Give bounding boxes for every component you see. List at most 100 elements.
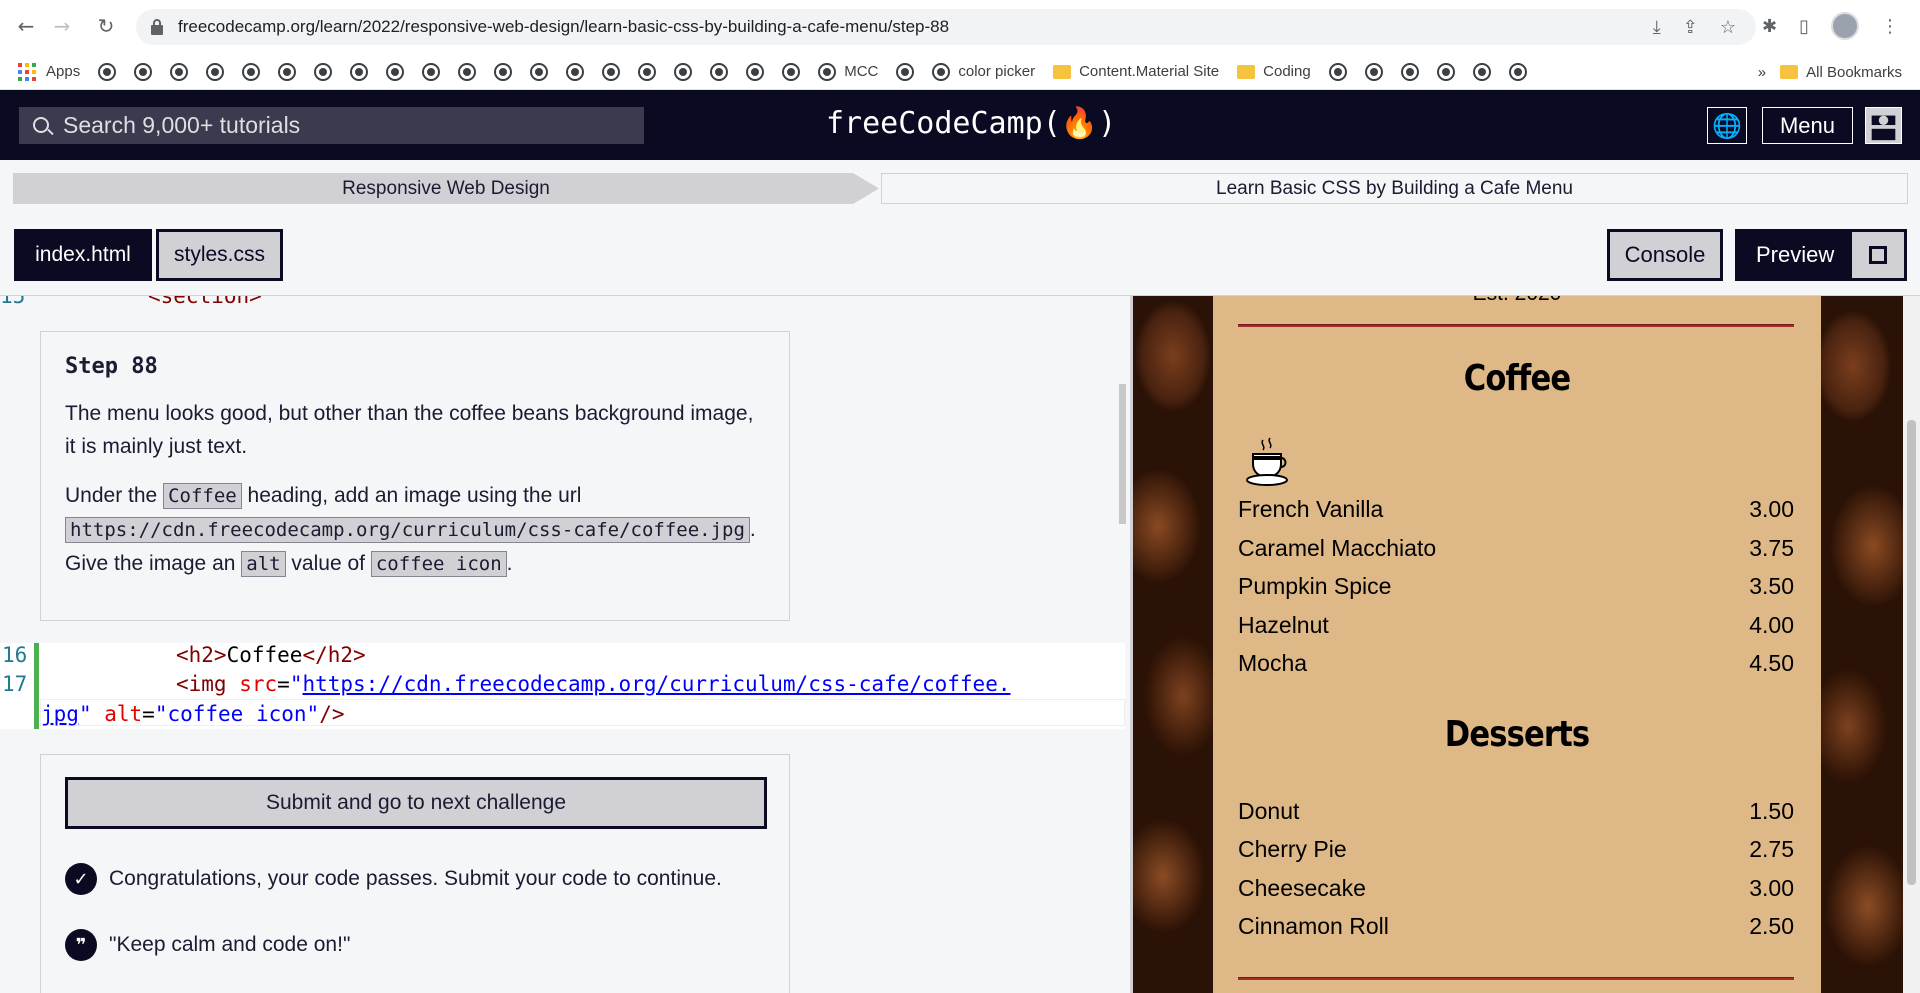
- tab-styles-css[interactable]: styles.css: [156, 229, 283, 281]
- side-panel-icon[interactable]: ▯: [1799, 16, 1809, 37]
- coffee-cup-icon: [1246, 437, 1288, 486]
- back-arrow-icon[interactable]: ←: [14, 14, 38, 38]
- forward-arrow-icon[interactable]: →: [50, 14, 74, 38]
- breadcrumb-block[interactable]: Learn Basic CSS by Building a Cafe Menu: [881, 173, 1908, 204]
- bookmark-globe[interactable]: [782, 62, 801, 81]
- bookmark-globe[interactable]: [170, 62, 189, 81]
- star-icon[interactable]: ☆: [1720, 17, 1736, 38]
- cafe-menu: Est. 2020 Coffee French Vanilla3.00 Cara…: [1213, 296, 1821, 993]
- bookmark-globe[interactable]: [242, 62, 261, 81]
- bookmark-content-material[interactable]: Content.Material Site: [1053, 63, 1219, 80]
- bookmark-globe[interactable]: [638, 62, 657, 81]
- globe-icon: [674, 62, 693, 81]
- apps-grid-icon: [18, 62, 36, 81]
- bookmark-globe[interactable]: [494, 62, 513, 81]
- bookmark-globe[interactable]: [746, 62, 765, 81]
- code-line-17[interactable]: 17 <img src="https://cdn.freecodecamp.or…: [0, 672, 1125, 702]
- check-circle-icon: ✓: [65, 863, 97, 895]
- reload-icon[interactable]: ↻: [94, 14, 118, 38]
- bookmark-globe[interactable]: [314, 62, 333, 81]
- code-line-16[interactable]: 16 <h2>Coffee</h2>: [0, 643, 1125, 673]
- globe-icon: [1472, 62, 1491, 81]
- image-url-link[interactable]: https://cdn.freecodecamp.org/curriculum/…: [302, 672, 1010, 696]
- globe-icon: [422, 62, 441, 81]
- bookmark-globe[interactable]: [1508, 62, 1527, 81]
- pass-message: ✓ Congratulations, your code passes. Sub…: [65, 863, 722, 895]
- fcc-navbar: Search 9,000+ tutorials freeCodeCamp(🔥) …: [0, 90, 1920, 160]
- globe-icon: [566, 62, 585, 81]
- search-placeholder: Search 9,000+ tutorials: [63, 112, 301, 138]
- bookmark-globe[interactable]: [530, 62, 549, 81]
- search-icon: [33, 117, 49, 133]
- globe-icon: [170, 62, 189, 81]
- globe-icon: [350, 62, 369, 81]
- user-avatar[interactable]: [1865, 107, 1902, 144]
- menu-item: Cheesecake 3.00: [1238, 875, 1794, 901]
- preview-scroll-thumb[interactable]: [1907, 420, 1916, 885]
- preview-pane: Est. 2020 Coffee French Vanilla3.00 Cara…: [1133, 296, 1903, 993]
- menu-item: Donut 1.50: [1238, 798, 1794, 824]
- bookmark-globe[interactable]: [1364, 62, 1383, 81]
- menu-item: Hazelnut 4.00: [1238, 612, 1794, 638]
- menu-item: Mocha 4.50: [1238, 650, 1794, 676]
- preview-scrollbar[interactable]: [1903, 296, 1920, 993]
- encouragement-quote: ❞ "Keep calm and code on!": [65, 929, 350, 961]
- bookmark-globe[interactable]: [1472, 62, 1491, 81]
- bookmark-globe[interactable]: [1328, 62, 1347, 81]
- bookmark-globe[interactable]: [896, 62, 915, 81]
- language-globe-icon[interactable]: 🌐: [1707, 107, 1747, 144]
- bookmark-globe[interactable]: [278, 62, 297, 81]
- globe-icon: [206, 62, 225, 81]
- globe-icon: [1364, 62, 1383, 81]
- bookmark-globe[interactable]: [458, 62, 477, 81]
- more-bookmarks-button[interactable]: »: [1758, 64, 1766, 81]
- bookmark-apps[interactable]: Apps: [18, 62, 80, 81]
- submit-button[interactable]: Submit and go to next challenge: [65, 777, 767, 829]
- editor-scrollbar[interactable]: [1119, 384, 1126, 524]
- popout-preview-button[interactable]: [1852, 232, 1904, 278]
- bookmark-globe[interactable]: [1436, 62, 1455, 81]
- browser-toolbar: ← → ↻ freecodecamp.org/learn/2022/respon…: [0, 0, 1920, 54]
- bookmark-globe[interactable]: [422, 62, 441, 81]
- extensions-icon[interactable]: ✱: [1762, 16, 1777, 37]
- breadcrumb-superblock[interactable]: Responsive Web Design: [13, 173, 879, 204]
- preview-button[interactable]: Preview: [1735, 229, 1907, 281]
- editable-code-region[interactable]: 16 <h2>Coffee</h2> 17 <img src="https://…: [0, 643, 1125, 729]
- user-avatar-icon: [1871, 115, 1896, 141]
- kebab-menu-icon[interactable]: ⋮: [1881, 16, 1899, 37]
- popout-icon: [1869, 246, 1887, 264]
- bookmark-globe[interactable]: [134, 62, 153, 81]
- bookmark-globe[interactable]: [566, 62, 585, 81]
- all-bookmarks[interactable]: All Bookmarks: [1780, 64, 1902, 81]
- menu-button[interactable]: Menu: [1762, 107, 1853, 144]
- profile-avatar[interactable]: [1831, 12, 1859, 40]
- console-button[interactable]: Console: [1607, 229, 1723, 281]
- share-icon[interactable]: ⇪: [1683, 17, 1698, 38]
- code-line-17-wrap[interactable]: jpg" alt="coffee icon"/>: [0, 702, 1125, 732]
- divider: [1238, 977, 1794, 980]
- globe-icon: [1400, 62, 1419, 81]
- bookmark-mcc[interactable]: MCC: [818, 62, 878, 81]
- globe-icon: [782, 62, 801, 81]
- menu-item: Cherry Pie 2.75: [1238, 836, 1794, 862]
- address-bar[interactable]: freecodecamp.org/learn/2022/responsive-w…: [136, 9, 1756, 45]
- step-paragraph-1: The menu looks good, but other than the …: [65, 402, 754, 458]
- action-panel: Submit and go to next challenge ✓ Congra…: [40, 754, 790, 993]
- install-icon[interactable]: ⤓: [1653, 17, 1661, 38]
- globe-icon: [134, 62, 153, 81]
- bookmark-coding[interactable]: Coding: [1237, 63, 1311, 80]
- bookmark-color-picker[interactable]: color picker: [932, 62, 1035, 81]
- bookmark-globe[interactable]: [206, 62, 225, 81]
- bookmark-globe[interactable]: [674, 62, 693, 81]
- bookmark-globe[interactable]: [602, 62, 621, 81]
- bookmark-globe[interactable]: [1400, 62, 1419, 81]
- fcc-logo[interactable]: freeCodeCamp(🔥): [826, 106, 1116, 141]
- search-input[interactable]: Search 9,000+ tutorials: [19, 107, 644, 144]
- image-url-link-continued[interactable]: jpg: [41, 702, 79, 726]
- bookmark-globe[interactable]: [98, 62, 117, 81]
- bookmark-globe[interactable]: [386, 62, 405, 81]
- tab-index-html[interactable]: index.html: [14, 229, 152, 281]
- bookmark-globe[interactable]: [710, 62, 729, 81]
- menu-item: Caramel Macchiato 3.75: [1238, 535, 1794, 561]
- bookmark-globe[interactable]: [350, 62, 369, 81]
